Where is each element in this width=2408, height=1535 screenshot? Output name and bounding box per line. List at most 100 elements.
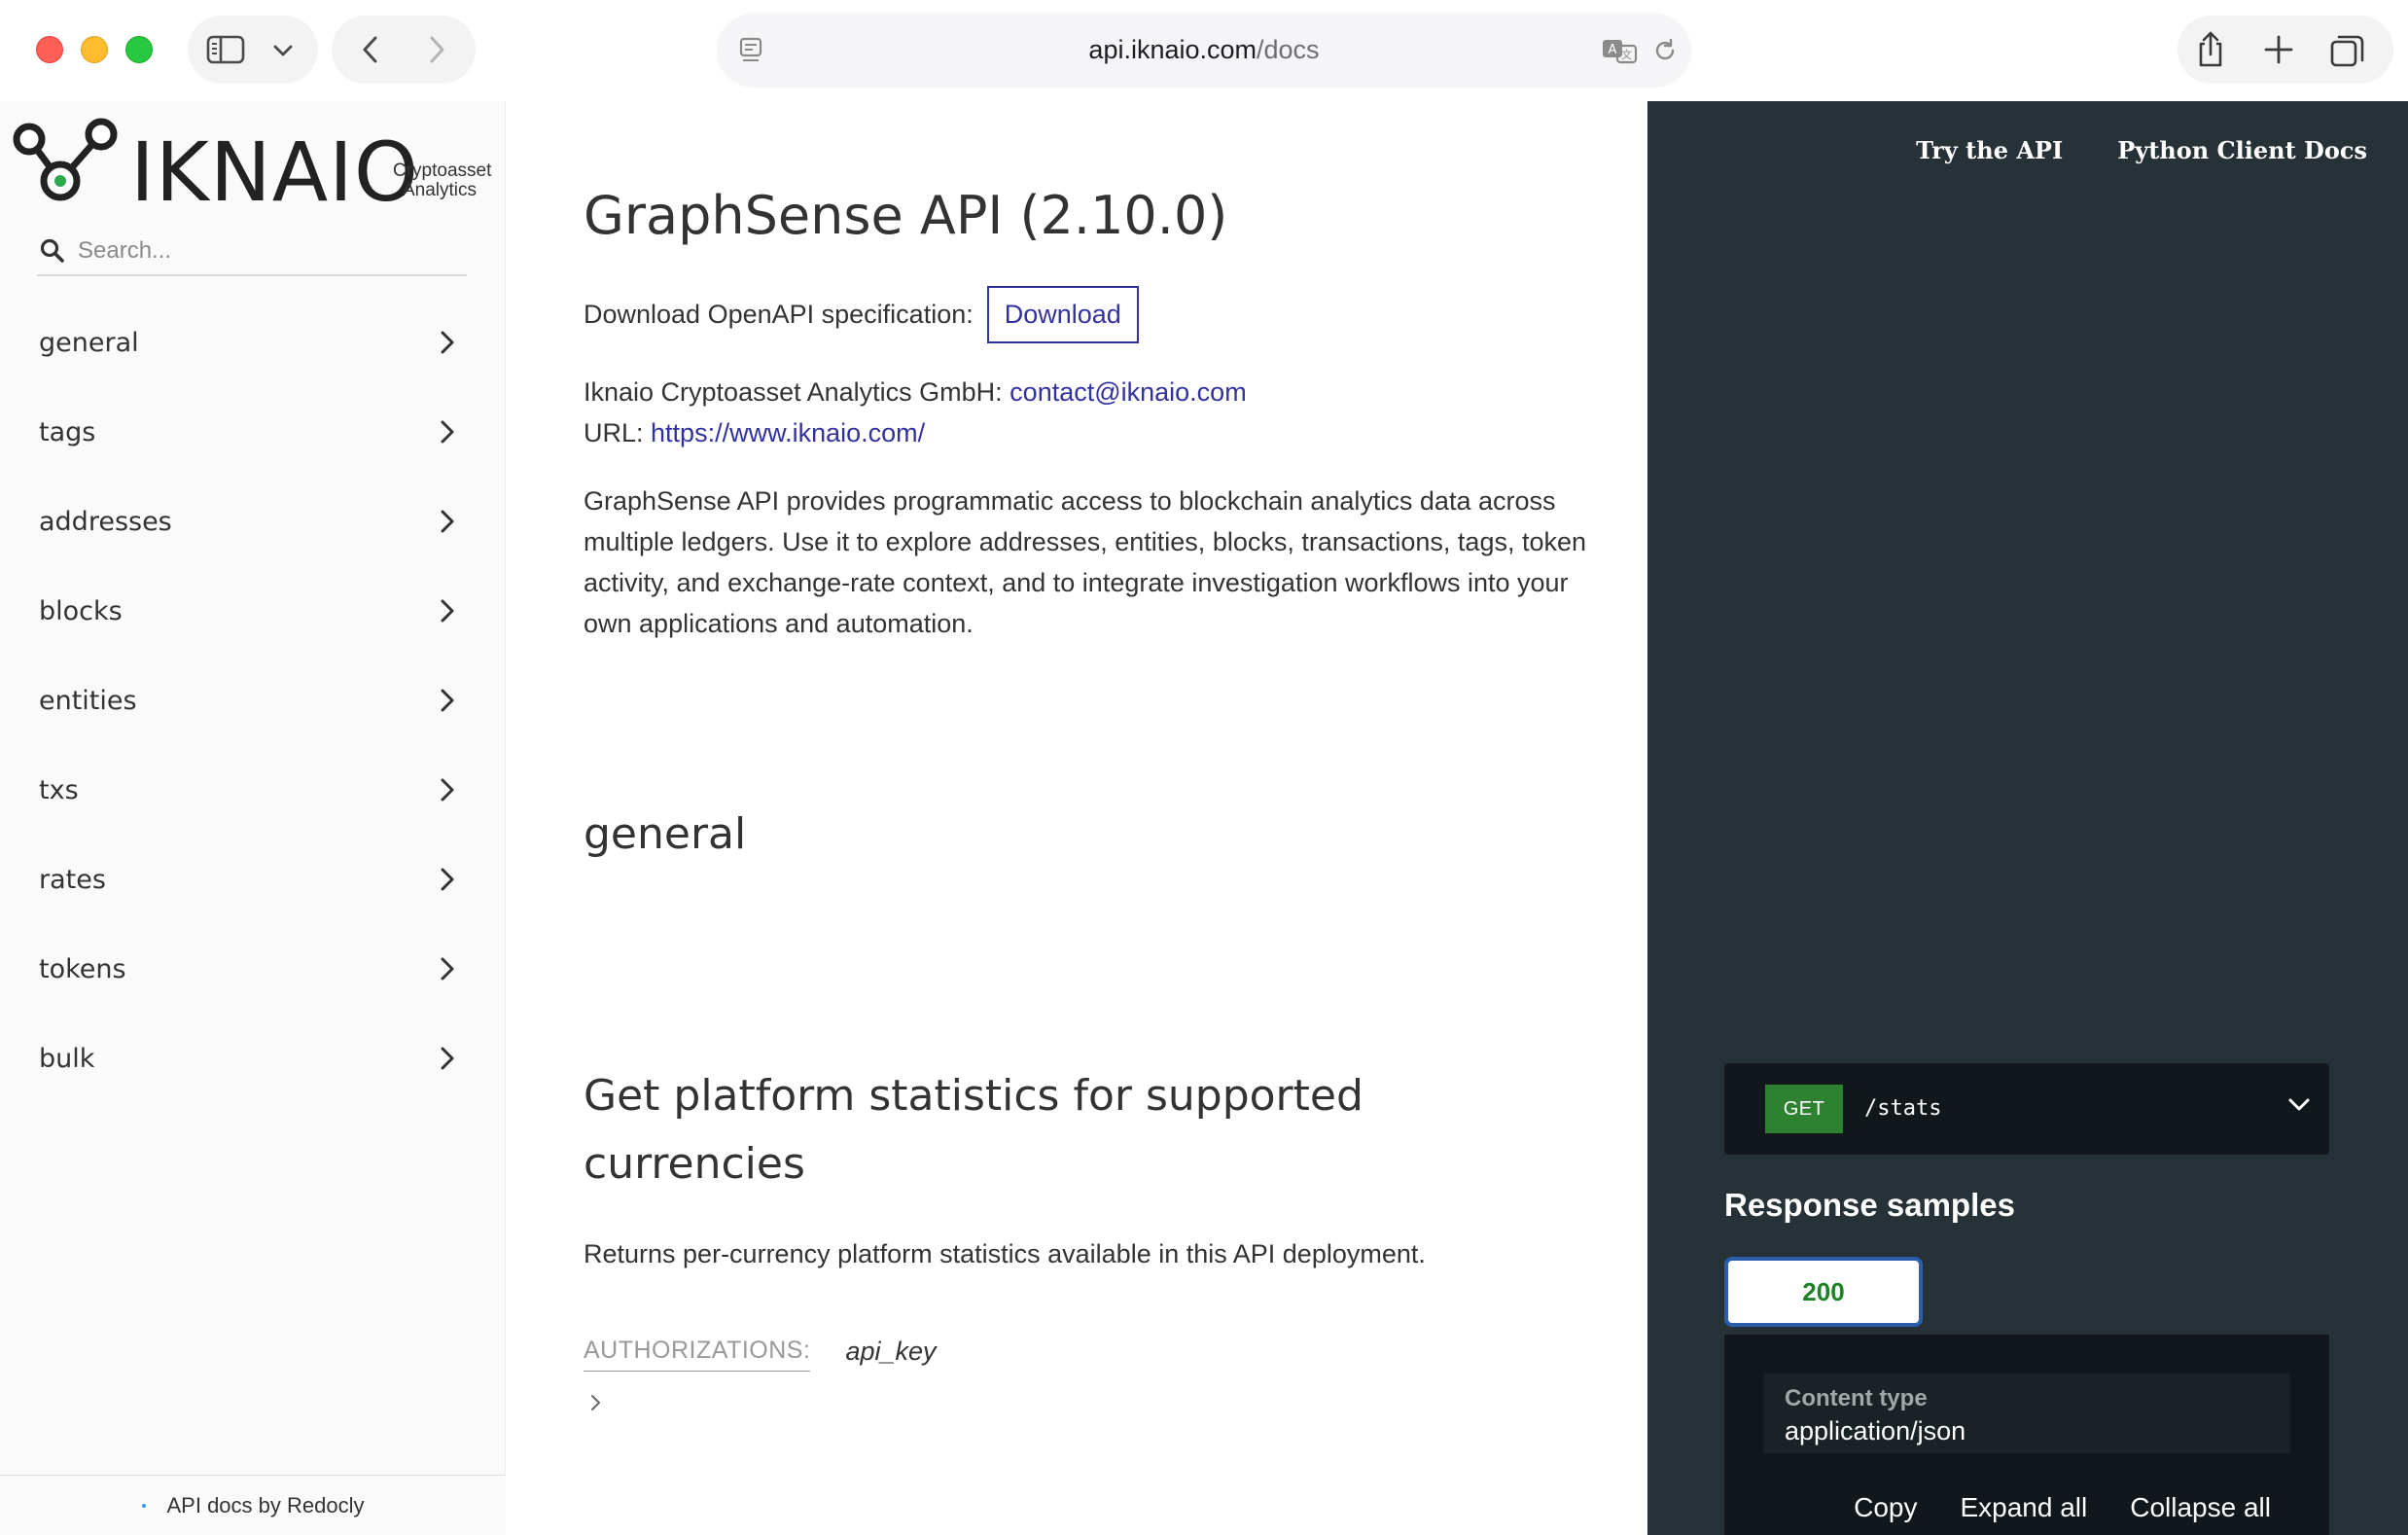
top-links: Try the API Python Client Docs xyxy=(1916,136,2367,164)
sidebar-item-tokens[interactable]: tokens xyxy=(0,924,506,1014)
authorizations-row: AUTHORIZATIONS: api_key xyxy=(584,1337,937,1372)
expand-all-button[interactable]: Expand all xyxy=(1960,1492,2087,1523)
back-button[interactable] xyxy=(353,32,388,67)
chevron-left-icon xyxy=(363,36,377,63)
contact-email-link[interactable]: contact@iknaio.com xyxy=(1009,377,1247,407)
url-domain: api.iknaio.com xyxy=(1088,35,1257,64)
right-panel: Try the API Python Client Docs GET /stat… xyxy=(1647,101,2408,1535)
python-client-docs-link[interactable]: Python Client Docs xyxy=(2117,136,2367,164)
close-window-button[interactable] xyxy=(36,36,63,63)
sidebar-icon xyxy=(206,35,245,64)
forward-button[interactable] xyxy=(419,32,454,67)
download-button[interactable]: Download xyxy=(986,286,1139,343)
content-type-selector[interactable]: Content type application/json xyxy=(1763,1374,2290,1453)
zoom-window-button[interactable] xyxy=(125,36,153,63)
chevron-right-icon xyxy=(441,420,454,444)
logo-wordmark: IKNAIO xyxy=(130,125,420,220)
tab-group-menu-button[interactable] xyxy=(267,37,299,64)
operation-description: Returns per-currency platform statistics… xyxy=(584,1239,1426,1268)
reload-button[interactable] xyxy=(1649,35,1681,66)
authorizations-label: AUTHORIZATIONS: xyxy=(584,1337,811,1372)
response-samples-heading: Response samples xyxy=(1724,1187,2015,1223)
share-icon xyxy=(2199,31,2222,67)
contact-line: Iknaio Cryptoasset Analytics GmbH: conta… xyxy=(584,377,1247,408)
response-sample-body: Content type application/json Copy Expan… xyxy=(1724,1335,2329,1535)
share-button[interactable] xyxy=(2189,28,2232,71)
contact-prefix: Iknaio Cryptoasset Analytics GmbH: xyxy=(584,377,1010,407)
sidebar-item-label: blocks xyxy=(39,595,123,626)
chevron-right-icon xyxy=(441,689,454,712)
status-tab-200[interactable]: 200 xyxy=(1724,1257,1923,1327)
history-nav-group xyxy=(332,16,476,84)
download-row: Download OpenAPI specification: Download xyxy=(584,286,1139,343)
content-type-label: Content type xyxy=(1785,1385,1928,1411)
sidebar-toggle-button[interactable] xyxy=(205,32,246,67)
page-title: GraphSense API (2.10.0) xyxy=(584,185,1228,246)
sidebar: IKNAIO Cryptoasset Analytics general tag… xyxy=(0,101,506,1535)
url-prefix: URL: xyxy=(584,418,652,447)
sidebar-item-general[interactable]: general xyxy=(0,298,506,387)
collapse-all-button[interactable]: Collapse all xyxy=(2130,1492,2271,1523)
sidebar-item-txs[interactable]: txs xyxy=(0,745,506,835)
sample-actions: Copy Expand all Collapse all xyxy=(1811,1492,2271,1523)
api-description: GraphSense API provides programmatic acc… xyxy=(584,486,1587,638)
chevron-right-icon xyxy=(441,510,454,533)
operation-heading: Get platform statistics for supported cu… xyxy=(584,1071,1363,1189)
sidebar-item-label: tags xyxy=(39,416,96,447)
chevron-right-icon xyxy=(441,599,454,623)
logo-subtitle: Cryptoasset Analytics xyxy=(393,161,491,200)
sidebar-item-label: rates xyxy=(39,864,106,895)
logo-subtitle-line1: Cryptoasset xyxy=(393,161,492,181)
section-heading-general: general xyxy=(584,809,747,859)
translate-icon: A文 xyxy=(1603,40,1638,64)
svg-text:文: 文 xyxy=(1621,48,1632,61)
translate-button[interactable]: A文 xyxy=(1599,34,1642,67)
chevron-right-icon xyxy=(441,1047,454,1070)
sidebar-item-label: general xyxy=(39,327,139,358)
logo-graph-icon xyxy=(13,118,118,201)
chevron-down-icon xyxy=(2288,1098,2310,1111)
svg-text:A: A xyxy=(1609,43,1617,57)
url-path: /docs xyxy=(1257,35,1320,64)
sidebar-item-bulk[interactable]: bulk xyxy=(0,1014,506,1103)
endpoint-path: /stats xyxy=(1864,1096,1942,1121)
browser-toolbar: api.iknaio.com/docs A文 xyxy=(0,0,2408,101)
search-input[interactable] xyxy=(78,232,457,270)
window-actions-group xyxy=(2178,16,2393,84)
chevron-right-icon xyxy=(441,778,454,802)
url-text: api.iknaio.com/docs xyxy=(718,14,1690,86)
download-label: Download OpenAPI specification: xyxy=(584,300,974,329)
redocly-footer-link[interactable]: API docs by Redocly xyxy=(0,1475,506,1535)
copy-button[interactable]: Copy xyxy=(1854,1492,1917,1523)
sidebar-item-blocks[interactable]: blocks xyxy=(0,566,506,656)
plus-icon xyxy=(2264,35,2293,64)
http-method-badge: GET xyxy=(1765,1085,1843,1133)
sidebar-item-rates[interactable]: rates xyxy=(0,835,506,924)
chevron-down-icon xyxy=(273,45,293,56)
chevron-right-icon xyxy=(441,957,454,981)
minimize-window-button[interactable] xyxy=(81,36,108,63)
chevron-right-icon xyxy=(441,868,454,891)
website-link[interactable]: https://www.iknaio.com/ xyxy=(651,418,925,447)
sidebar-item-label: entities xyxy=(39,685,137,716)
expand-auth-chevron-icon[interactable] xyxy=(589,1393,603,1412)
search-icon xyxy=(40,238,64,263)
sidebar-item-tags[interactable]: tags xyxy=(0,387,506,477)
address-bar[interactable]: api.iknaio.com/docs A文 xyxy=(718,14,1690,86)
logo-subtitle-line2: Analytics xyxy=(403,180,478,200)
tabs-overview-icon xyxy=(2330,35,2364,67)
sidebar-item-addresses[interactable]: addresses xyxy=(0,477,506,566)
try-the-api-link[interactable]: Try the API xyxy=(1916,136,2063,164)
sidebar-item-label: tokens xyxy=(39,953,126,984)
chevron-right-icon xyxy=(441,331,454,354)
sidebar-item-label: txs xyxy=(39,774,79,805)
sidebar-item-label: addresses xyxy=(39,506,172,537)
url-line: URL: https://www.iknaio.com/ xyxy=(584,418,925,448)
new-tab-button[interactable] xyxy=(2259,30,2298,69)
iknaio-logo[interactable]: IKNAIO Cryptoasset Analytics xyxy=(12,111,498,220)
reload-icon xyxy=(1655,38,1675,60)
sidebar-item-entities[interactable]: entities xyxy=(0,656,506,745)
endpoint-toggle[interactable]: GET /stats xyxy=(1724,1063,2329,1155)
footer-text: API docs by Redocly xyxy=(166,1492,365,1517)
tab-overview-button[interactable] xyxy=(2327,30,2368,71)
